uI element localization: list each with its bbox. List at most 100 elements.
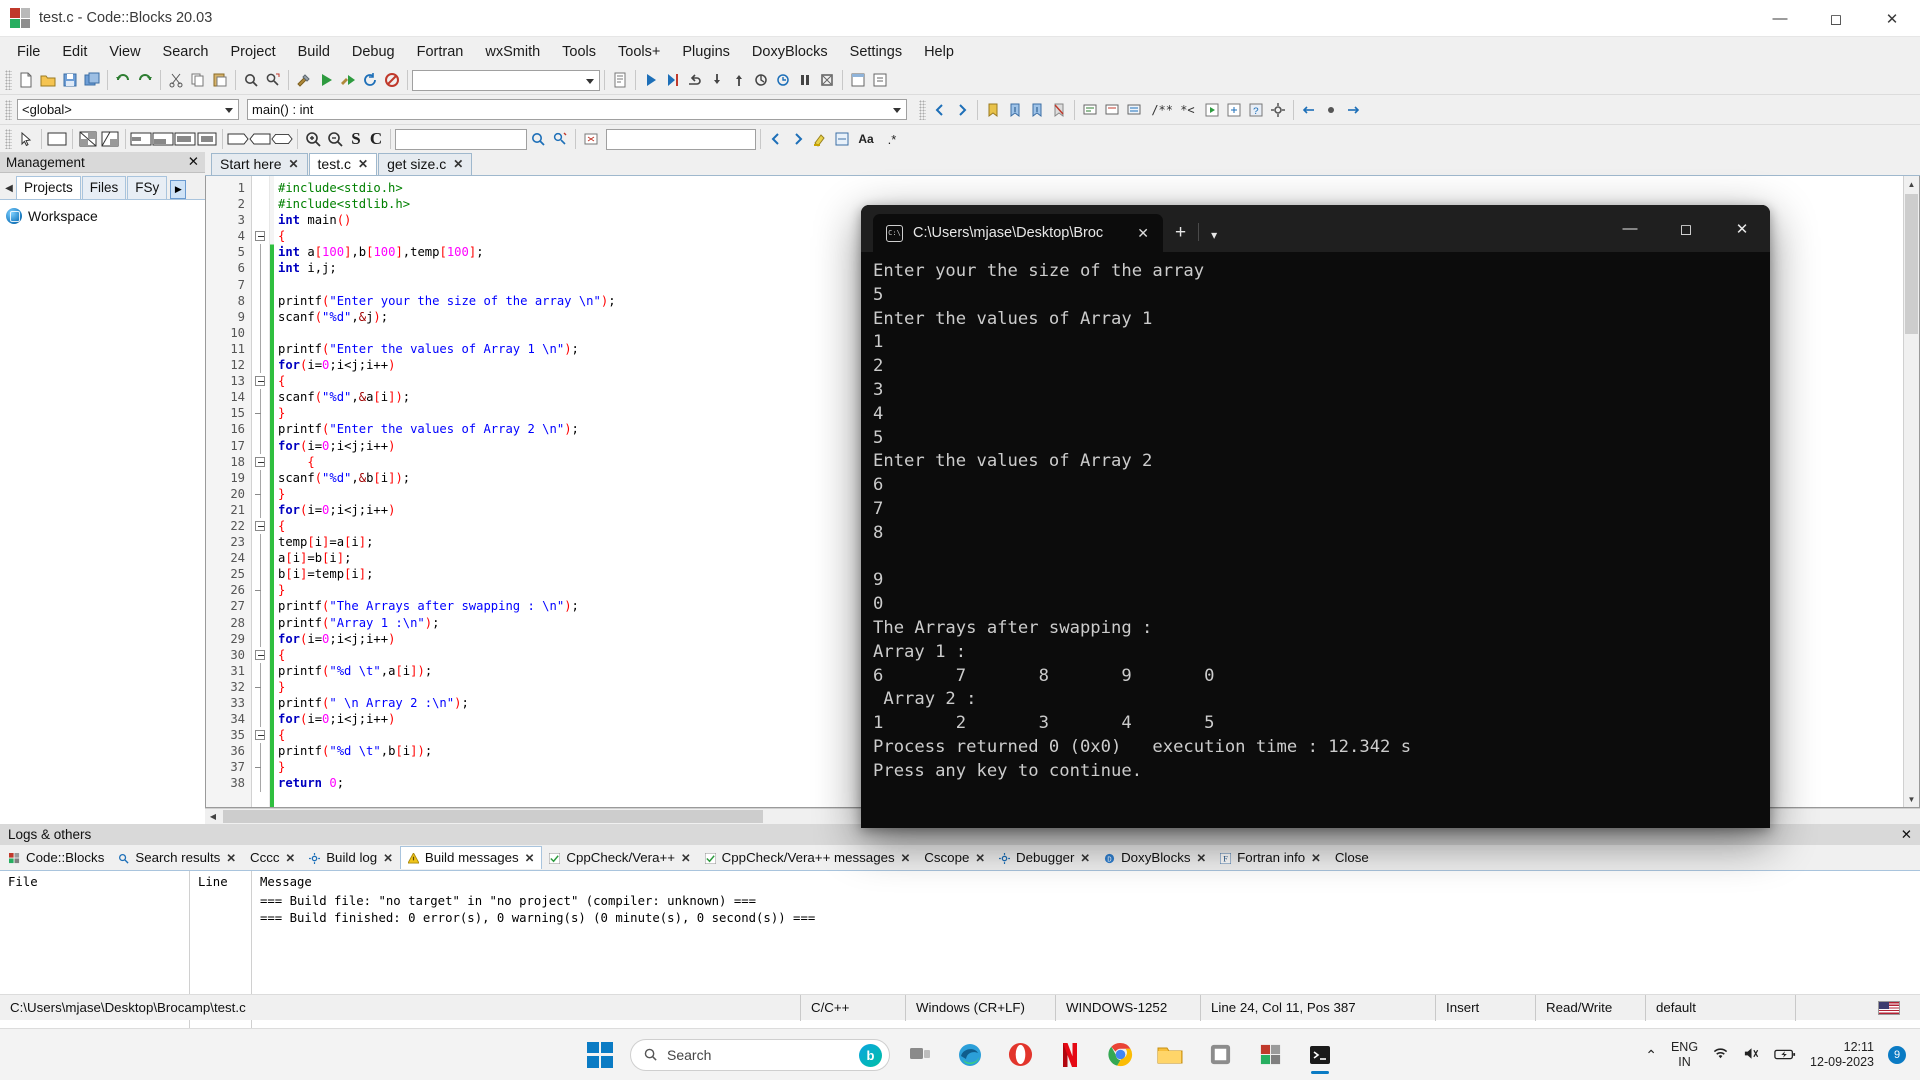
vertical-scroll-thumb[interactable]	[1905, 194, 1918, 334]
logs-tab-search-results[interactable]: Search results ✕	[111, 847, 243, 868]
menu-file[interactable]: File	[6, 40, 51, 64]
logs-tab-close-icon[interactable]: ✕	[681, 851, 691, 865]
goto-input[interactable]	[606, 128, 756, 150]
toggle-comment-icon[interactable]	[1123, 99, 1145, 121]
uncomment-icon[interactable]	[1101, 99, 1123, 121]
console-maximize-button[interactable]: ◻	[1658, 205, 1714, 252]
logs-tab-close[interactable]: Close	[1328, 847, 1376, 868]
tray-language[interactable]: ENG IN	[1671, 1040, 1698, 1070]
run-icon[interactable]	[315, 69, 337, 91]
taskbar-terminal[interactable]	[1300, 1035, 1340, 1075]
logs-tab-cppcheck-vera[interactable]: CppCheck/Vera++ ✕	[542, 847, 697, 868]
undo-icon[interactable]	[112, 69, 134, 91]
fortran-current-icon[interactable]	[1320, 99, 1342, 121]
comment-icon[interactable]	[1079, 99, 1101, 121]
debug-break-icon[interactable]	[794, 69, 816, 91]
console-close-button[interactable]: ✕	[1714, 205, 1770, 252]
tabs-scroll-left-icon[interactable]: ◀	[2, 177, 16, 199]
next-bookmark-icon[interactable]	[1026, 99, 1048, 121]
logs-close-icon[interactable]: ✕	[1901, 827, 1912, 843]
zoom-in-icon[interactable]	[302, 128, 324, 150]
select-class-label[interactable]: C	[366, 128, 386, 150]
tab-files[interactable]: Files	[81, 176, 127, 199]
flex-grid-sizer-icon[interactable]	[99, 128, 121, 150]
logs-tab-doxyblocks[interactable]: D DoxyBlocks ✕	[1097, 847, 1213, 868]
logs-tab-close-icon[interactable]: ✕	[975, 851, 985, 865]
fold-cell[interactable]	[252, 647, 269, 663]
cut-icon[interactable]	[165, 69, 187, 91]
scroll-left-icon[interactable]: ◀	[205, 810, 221, 824]
abort-icon[interactable]	[381, 69, 403, 91]
replace-icon[interactable]	[262, 69, 284, 91]
menu-project[interactable]: Project	[220, 40, 287, 64]
fold-cell[interactable]	[252, 454, 269, 470]
panel-icon[interactable]	[46, 128, 68, 150]
console-minimize-button[interactable]: —	[1602, 205, 1658, 252]
task-view-button[interactable]	[900, 1035, 940, 1075]
rebuild-icon[interactable]	[359, 69, 381, 91]
notification-badge[interactable]: 9	[1888, 1046, 1906, 1064]
save-icon[interactable]	[59, 69, 81, 91]
menu-debug[interactable]: Debug	[341, 40, 406, 64]
fortran-prev-icon[interactable]	[1298, 99, 1320, 121]
zoom-out-icon[interactable]	[324, 128, 346, 150]
new-file-icon[interactable]	[15, 69, 37, 91]
debug-stop-icon[interactable]	[816, 69, 838, 91]
editor-tab-test-c[interactable]: test.c ✕	[308, 153, 378, 175]
logs-tab-close-icon[interactable]: ✕	[383, 851, 393, 865]
wifi-icon[interactable]	[1712, 1046, 1729, 1064]
copy-icon[interactable]	[187, 69, 209, 91]
search-options-icon[interactable]	[549, 128, 571, 150]
toggle-bookmark-icon[interactable]	[982, 99, 1004, 121]
debug-step-into-icon[interactable]	[706, 69, 728, 91]
tab-fsymbols[interactable]: FSy	[127, 176, 168, 199]
spacer-right-icon[interactable]	[227, 128, 249, 150]
doxyblocks-comment-label[interactable]: /** *<	[1145, 99, 1201, 121]
doxy-extract-icon[interactable]	[1223, 99, 1245, 121]
spacer-both-icon[interactable]	[271, 128, 293, 150]
doxy-run-icon[interactable]	[1201, 99, 1223, 121]
menu-build[interactable]: Build	[287, 40, 341, 64]
start-button[interactable]	[580, 1035, 620, 1075]
close-button[interactable]: ✕	[1864, 0, 1920, 37]
box-sizer-left-icon[interactable]	[130, 128, 152, 150]
open-file-icon[interactable]	[37, 69, 59, 91]
console-dropdown-icon[interactable]: ▾	[1199, 228, 1229, 252]
toolbar-grip[interactable]	[919, 99, 926, 120]
toolbar-grip[interactable]	[5, 129, 12, 149]
menu-tools[interactable]: Tools	[551, 40, 607, 64]
clear-bookmarks-icon[interactable]	[1048, 99, 1070, 121]
debug-next-instruction-icon[interactable]	[750, 69, 772, 91]
management-close-icon[interactable]: ✕	[188, 154, 199, 170]
select-scope-label[interactable]: S	[346, 128, 366, 150]
box-sizer-bottom-icon[interactable]	[152, 128, 174, 150]
save-all-icon[interactable]	[81, 69, 103, 91]
taskbar-edge[interactable]	[950, 1035, 990, 1075]
menu-settings[interactable]: Settings	[839, 40, 913, 64]
workspace-node[interactable]: Workspace	[6, 208, 199, 224]
paste-icon[interactable]	[209, 69, 231, 91]
various-info-icon[interactable]	[869, 69, 891, 91]
toolbar-grip[interactable]	[5, 99, 12, 120]
search-go-icon[interactable]	[527, 128, 549, 150]
menu-fortran[interactable]: Fortran	[406, 40, 475, 64]
tabs-scroll-right-icon[interactable]: ▶	[170, 180, 187, 199]
fold-cell[interactable]	[252, 518, 269, 534]
logs-tab-build-log[interactable]: Build log ✕	[302, 847, 400, 868]
menu-tools-plus[interactable]: Tools+	[607, 40, 671, 64]
build-target-combo[interactable]	[412, 69, 600, 91]
bing-icon[interactable]: b	[859, 1043, 882, 1067]
horizontal-scroll-thumb[interactable]	[223, 810, 763, 823]
logs-tab-cppcheck-vera-messages[interactable]: CppCheck/Vera++ messages ✕	[698, 847, 918, 868]
logs-tab-build-messages[interactable]: Build messages ✕	[399, 846, 543, 869]
search-input[interactable]	[395, 128, 527, 150]
volume-icon[interactable]	[1743, 1046, 1760, 1064]
logs-tab-close-icon[interactable]: ✕	[1311, 851, 1321, 865]
fortran-next-icon[interactable]	[1342, 99, 1364, 121]
tab-projects[interactable]: Projects	[16, 176, 81, 199]
pointer-icon[interactable]	[15, 128, 37, 150]
logs-tab-close-icon[interactable]: ✕	[901, 851, 911, 865]
grid-sizer-icon[interactable]	[77, 128, 99, 150]
logs-tab-debugger[interactable]: Debugger ✕	[992, 847, 1097, 868]
nav-back-icon[interactable]	[765, 128, 787, 150]
